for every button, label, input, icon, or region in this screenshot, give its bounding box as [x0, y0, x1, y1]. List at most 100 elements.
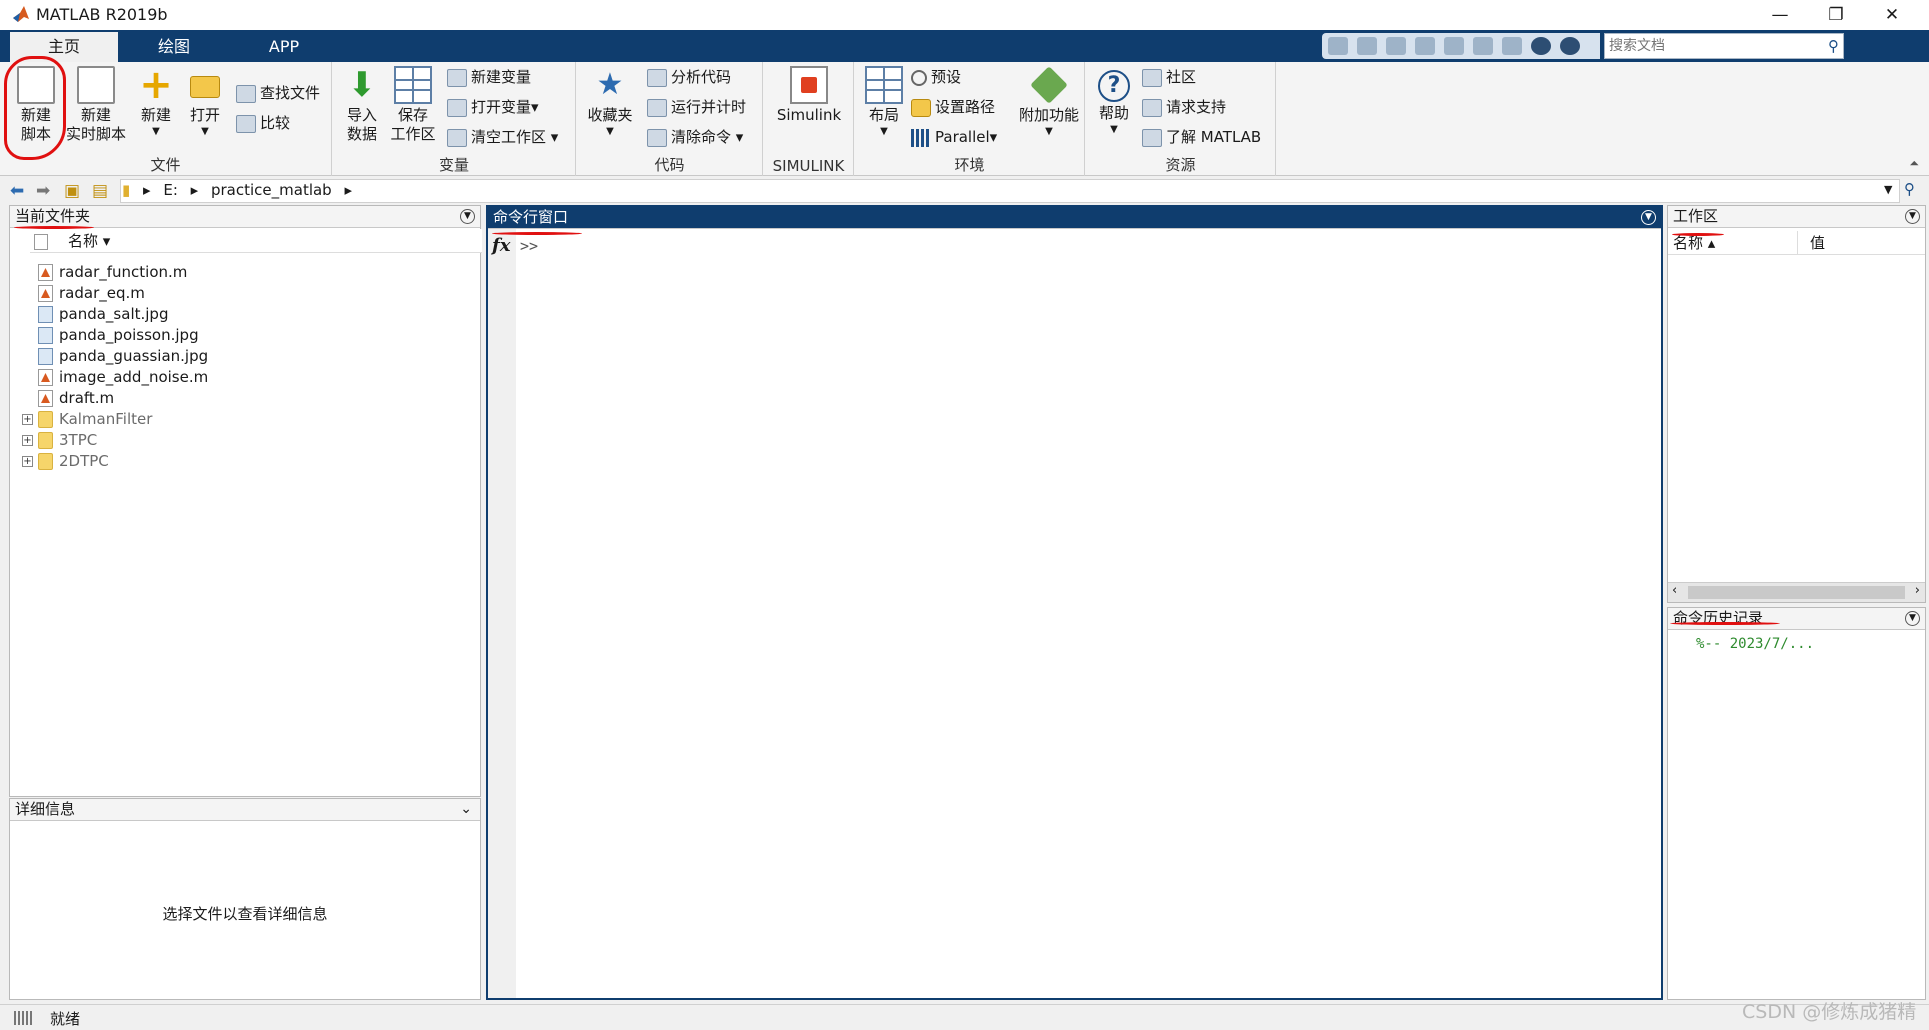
m-file-icon	[38, 369, 53, 386]
breadcrumb-folder[interactable]: practice_matlab	[211, 181, 332, 199]
folder-name: KalmanFilter	[59, 410, 153, 428]
list-item[interactable]: radar_function.m	[38, 262, 187, 283]
request-support-button[interactable]: 请求支持	[1142, 94, 1226, 120]
open-button[interactable]: 打开 ▼	[180, 66, 230, 139]
annotation-underline	[1672, 233, 1724, 236]
compare-button[interactable]: 比较	[236, 110, 290, 136]
preferences-button[interactable]: 预设	[911, 64, 961, 90]
minimize-button[interactable]: —	[1752, 0, 1808, 30]
favorites-button[interactable]: ★ 收藏夹 ▼	[581, 66, 639, 139]
parallel-button[interactable]: Parallel▾	[911, 124, 997, 150]
clear-commands-icon	[647, 128, 667, 147]
back-arrow-icon[interactable]: ⬅	[10, 181, 24, 201]
breadcrumb-sep-icon: ▸	[190, 181, 199, 199]
up-folder-icon[interactable]: ▣	[64, 181, 80, 201]
scroll-right-icon[interactable]: ›	[1915, 583, 1920, 598]
panel-options-icon[interactable]: ▼	[460, 209, 475, 224]
scrollbar-thumb[interactable]	[1688, 586, 1905, 599]
breadcrumb-drive[interactable]: E:	[163, 181, 178, 199]
forward-arrow-icon[interactable]: ➡	[36, 181, 50, 201]
name-column-label: 名称 ▾	[68, 232, 111, 250]
redo-icon[interactable]	[1473, 37, 1493, 55]
folder-icon	[38, 432, 53, 449]
expand-icon[interactable]: +	[22, 435, 33, 446]
scroll-left-icon[interactable]: ‹	[1672, 583, 1677, 598]
analyze-code-button[interactable]: 分析代码	[647, 64, 731, 90]
list-item[interactable]: +2DTPC	[22, 451, 109, 472]
maximize-button[interactable]: ❐	[1808, 0, 1864, 30]
list-item[interactable]: panda_salt.jpg	[38, 304, 168, 325]
copy-icon[interactable]	[1386, 37, 1406, 55]
close-button[interactable]: ✕	[1864, 0, 1920, 30]
path-search-icon[interactable]: ⚲	[1904, 180, 1915, 198]
fx-function-browser-icon[interactable]: fx	[492, 235, 510, 256]
import-data-label: 导入 数据	[346, 106, 377, 143]
tab-plots[interactable]: 绘图	[120, 32, 228, 62]
layout-button[interactable]: 布局 ▼	[859, 66, 909, 139]
new-live-script-button[interactable]: 新建 实时脚本	[66, 66, 126, 144]
toolbar-options-icon[interactable]	[1560, 37, 1580, 55]
parallel-icon	[911, 128, 931, 147]
file-name: panda_poisson.jpg	[59, 326, 199, 344]
add-ons-button[interactable]: 附加功能 ▼	[1015, 66, 1083, 139]
path-dropdown-icon[interactable]: ▼	[1884, 183, 1892, 196]
list-item[interactable]: image_add_noise.m	[38, 367, 208, 388]
command-prompt[interactable]: >>	[520, 237, 538, 255]
community-button[interactable]: 社区	[1142, 64, 1196, 90]
save-workspace-button[interactable]: 保存 工作区	[385, 66, 441, 144]
search-input[interactable]	[1605, 34, 1805, 58]
folder-icon	[38, 453, 53, 470]
simulink-icon	[790, 66, 828, 104]
image-file-icon	[38, 348, 53, 365]
open-variable-button[interactable]: 打开变量▾	[447, 94, 539, 120]
simulink-button[interactable]: Simulink	[772, 66, 846, 125]
expand-icon[interactable]: +	[22, 456, 33, 467]
new-variable-button[interactable]: 新建变量	[447, 64, 531, 90]
name-column-header[interactable]: 名称 ▾	[30, 229, 482, 253]
expand-icon[interactable]: +	[22, 414, 33, 425]
tab-apps[interactable]: APP	[230, 32, 338, 62]
command-history-panel: 命令历史记录 ▼ %-- 2023/7/...	[1667, 607, 1926, 1000]
panel-options-icon[interactable]: ▼	[1905, 611, 1920, 626]
list-item[interactable]: +3TPC	[22, 430, 97, 451]
clear-commands-button[interactable]: 清除命令 ▾	[647, 124, 743, 150]
panel-options-icon[interactable]: ▼	[1905, 209, 1920, 224]
find-files-button[interactable]: 查找文件	[236, 80, 320, 106]
undo-icon[interactable]	[1444, 37, 1464, 55]
environment-group-label: 环境	[954, 156, 985, 174]
clear-workspace-button[interactable]: 清空工作区 ▾	[447, 124, 558, 150]
learn-matlab-button[interactable]: 了解 MATLAB	[1142, 124, 1261, 150]
help-icon[interactable]	[1531, 37, 1551, 55]
collapse-ribbon-icon[interactable]: ⏶	[1909, 156, 1919, 171]
command-window-panel: 命令行窗口 ▼ fx >>	[486, 205, 1663, 1000]
details-header[interactable]: 详细信息 ⌄	[10, 799, 480, 821]
path-field[interactable]	[120, 179, 1900, 203]
clear-commands-label: 清除命令 ▾	[671, 128, 744, 146]
save-icon[interactable]	[1328, 37, 1348, 55]
switch-windows-icon[interactable]	[1502, 37, 1522, 55]
import-data-button[interactable]: ⬇ 导入 数据	[337, 66, 387, 144]
add-ons-label: 附加功能	[1018, 106, 1079, 124]
list-item[interactable]: + KalmanFilter	[22, 409, 153, 430]
annotation-underline	[492, 232, 582, 235]
chevron-down-icon[interactable]: ⌄	[460, 799, 472, 820]
find-files-label: 查找文件	[260, 84, 321, 102]
history-entry[interactable]: %-- 2023/7/...	[1696, 636, 1814, 652]
cut-icon[interactable]	[1357, 37, 1377, 55]
set-path-button[interactable]: 设置路径	[911, 94, 995, 120]
list-item[interactable]: panda_guassian.jpg	[38, 346, 208, 367]
run-and-time-button[interactable]: 运行并计时	[647, 94, 746, 120]
horizontal-scrollbar[interactable]: ‹ ›	[1668, 582, 1925, 602]
details-title: 详细信息	[15, 800, 76, 818]
image-file-icon	[38, 306, 53, 323]
paste-icon[interactable]	[1415, 37, 1435, 55]
workspace-value-column[interactable]: 值	[1798, 231, 1925, 255]
list-item[interactable]: panda_poisson.jpg	[38, 325, 199, 346]
search-icon[interactable]: ⚲	[1828, 37, 1839, 55]
list-item[interactable]: draft.m	[38, 388, 114, 409]
help-button[interactable]: ? 帮助 ▼	[1090, 66, 1138, 137]
list-item[interactable]: radar_eq.m	[38, 283, 145, 304]
new-button[interactable]: + 新建 ▼	[128, 65, 184, 139]
browse-folder-icon[interactable]: ▤	[92, 181, 108, 201]
panel-options-icon[interactable]: ▼	[1641, 210, 1656, 225]
